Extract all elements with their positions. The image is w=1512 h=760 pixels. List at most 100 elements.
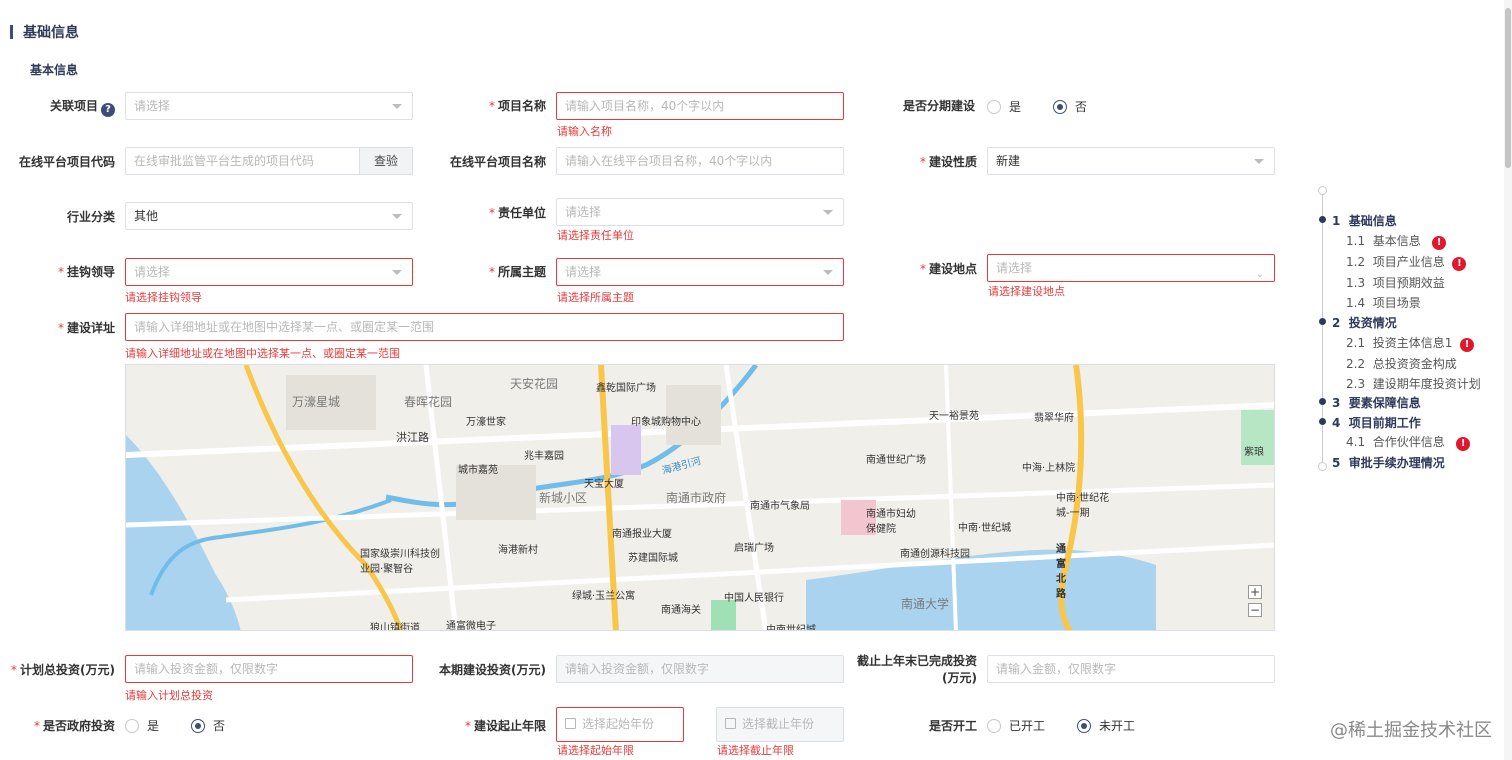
this-invest-input[interactable]: 请输入投资金额，仅限数字 [556,655,844,683]
verify-button[interactable]: 查验 [359,147,413,175]
online-code-placeholder: 在线审批监管平台生成的项目代码 [134,154,315,168]
map-road-label: 洪江路 [396,431,429,444]
end-year-placeholder: 选择截止年份 [742,717,815,731]
warning-icon: ! [1456,437,1471,451]
caret-down-icon [823,210,833,215]
start-year-picker[interactable]: 选择起始年份 [556,707,684,742]
project-name-error: 请输入名称 [557,125,612,138]
project-name-placeholder: 请输入项目名称，40个字以内 [565,99,725,113]
warning-icon: ! [1452,257,1467,271]
anchor-item-2-1[interactable]: 2.1 投资主体信息1 ! [1346,334,1475,352]
map-district-label: 春晖花园 [404,395,453,409]
anchor-item-3[interactable]: 3 要素保障信息 [1332,394,1421,411]
subsection-title: 基本信息 [30,63,79,77]
industry-select[interactable]: 其他 [125,202,413,230]
radio-circle-selected [191,718,206,733]
online-name-input[interactable]: 请输入在线平台项目名称，40个字以内 [556,147,844,175]
build-nature-value: 新建 [996,154,1021,168]
map-poi: 兆丰嘉园 [524,451,564,462]
warning-icon: ! [1460,338,1475,352]
anchor-item-2-2[interactable]: 2.2 总投资资金构成 [1346,355,1457,372]
map-poi: 海港新村 [498,545,538,556]
leader-placeholder: 请选择 [134,265,171,279]
anchor-item-1-1[interactable]: 1.1 基本信息 ! [1346,232,1447,250]
detail-address-input[interactable]: 请输入详细地址或在地图中选择某一点、或圈定某一范围 [125,313,844,341]
industry-label: 行业分类 [66,210,115,224]
responsible-unit-select[interactable]: 请选择 [556,198,844,226]
anchor-track [1322,192,1323,468]
anchor-item-2[interactable]: 2 投资情况 [1332,314,1397,331]
page-scrollbar[interactable] [1504,0,1512,760]
map-poi: 城市嘉苑 [458,465,498,476]
online-code-label: 在线平台项目代码 [18,155,115,169]
project-form-page: 基础信息 基本信息 关联项目? 请选择 * 项目名称 请输入项目名称，40个字以内… [0,0,1512,760]
anchor-item-5[interactable]: 5 审批手续办理情况 [1332,454,1445,471]
map-poi: 南通创源科技园 [900,549,970,560]
completed-invest-input[interactable]: 请输入金额，仅限数字 [987,655,1275,683]
anchor-dot [1319,216,1326,223]
anchor-item-1-4[interactable]: 1.4 项目场景 [1346,294,1421,311]
anchor-start-dot [1318,186,1327,195]
map-poi: 启瑞广场 [734,543,774,554]
radio-circle [987,718,1001,733]
anchor-item-4[interactable]: 4 项目前期工作 [1332,414,1421,431]
started-label: 是否开工 [928,719,977,733]
location-select[interactable]: 请选择 ⌄ [987,254,1275,282]
leader-select[interactable]: 请选择 [125,258,413,286]
topic-select[interactable]: 请选择 [556,258,844,286]
calendar-icon [725,718,736,729]
is-gov-radio-group: 是 否 [125,717,257,734]
map-poi: 南通世纪广场 [866,455,926,466]
map-poi: 南通市妇幼保健院 [866,509,916,535]
anchor-item-4-1[interactable]: 4.1 合作伙伴信息 ! [1346,433,1471,451]
location-map[interactable]: 天安花园 万濠星城 春晖花园 新城小区 南通市政府 南通大学 洪江路 海港引河 … [125,364,1275,631]
is-phased-no[interactable]: 否 [1053,98,1087,115]
radio-circle-selected [1053,99,1068,114]
online-code-input[interactable]: 在线审批监管平台生成的项目代码 [125,147,361,175]
is-phased-radio-group: 是 否 [987,98,1119,115]
zoom-out-button[interactable]: − [1248,603,1262,617]
build-nature-select[interactable]: 新建 [987,147,1275,175]
topic-error: 请选择所属主题 [557,291,634,304]
location-error: 请选择建设地点 [988,285,1065,298]
total-invest-error: 请输入计划总投资 [125,689,213,702]
total-invest-input[interactable]: 请输入投资金额，仅限数字 [125,655,413,683]
radio-circle [125,718,139,733]
end-year-picker[interactable]: 选择截止年份 [716,707,844,742]
is-phased-yes[interactable]: 是 [987,98,1021,115]
anchor-item-1-3[interactable]: 1.3 项目预期效益 [1346,274,1445,291]
started-no[interactable]: 未开工 [1077,717,1135,734]
map-district-label: 南通大学 [901,597,950,611]
end-year-error: 请选择截止年限 [717,744,794,757]
project-name-input[interactable]: 请输入项目名称，40个字以内 [556,92,844,120]
responsible-unit-placeholder: 请选择 [565,205,602,219]
is-gov-yes[interactable]: 是 [125,717,159,734]
anchor-dot [1319,398,1326,405]
scrollbar-thumb[interactable] [1505,8,1511,168]
help-icon[interactable]: ? [101,103,115,117]
total-invest-placeholder: 请输入投资金额，仅限数字 [134,662,279,676]
leader-error: 请选择挂钩领导 [125,291,202,304]
map-poi: 万濠世家 [466,417,506,428]
radio-circle [987,99,1001,114]
map-poi: 南通市气象局 [750,501,810,512]
project-name-label: * 项目名称 [488,99,546,113]
caret-down-icon [823,270,833,275]
is-gov-no[interactable]: 否 [191,717,225,734]
leader-label: * 挂钩领导 [57,265,115,279]
online-name-placeholder: 请输入在线平台项目名称，40个字以内 [565,154,773,168]
map-poi: 南通报业大厦 [612,529,672,540]
started-yes[interactable]: 已开工 [987,717,1045,734]
anchor-item-2-3[interactable]: 2.3 建设期年度投资计划 [1346,375,1481,392]
map-poi: 中南·世纪城 [958,523,1012,534]
anchor-item-1[interactable]: 1 基础信息 [1332,212,1397,229]
anchor-dot [1319,418,1326,425]
related-project-select[interactable]: 请选择 [125,92,413,120]
zoom-in-button[interactable]: + [1248,585,1262,599]
topic-label: * 所属主题 [488,265,546,279]
anchor-item-1-2[interactable]: 1.2 项目产业信息 ! [1346,253,1467,271]
years-label: * 建设起止年限 [464,719,546,733]
map-poi: 狼山镇街道 [370,623,420,631]
map-poi: 翡翠华府 [1034,413,1074,424]
location-label: * 建设地点 [919,262,977,276]
